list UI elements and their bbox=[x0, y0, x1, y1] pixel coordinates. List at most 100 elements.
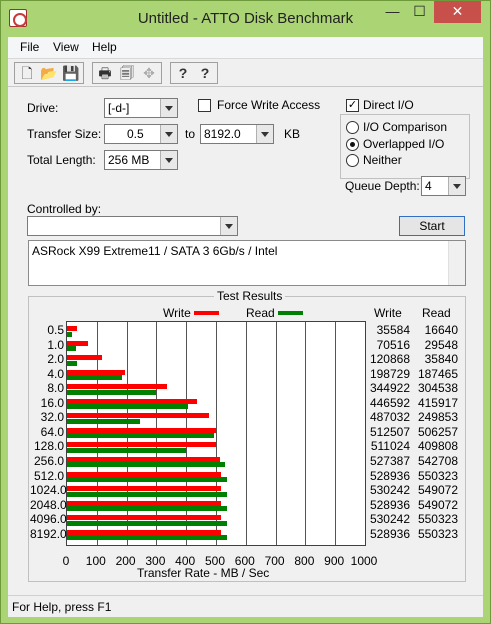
transfer-size-label: 1024.0 bbox=[30, 483, 67, 498]
io-comparison-radio[interactable] bbox=[346, 121, 359, 134]
chevron-down-icon[interactable] bbox=[160, 99, 177, 117]
read-value: 29548 bbox=[424, 337, 458, 352]
transfer-size-label: 4.0 bbox=[47, 366, 64, 381]
read-bar bbox=[67, 418, 140, 424]
read-bar bbox=[67, 375, 122, 381]
read-bar bbox=[67, 462, 225, 468]
write-value: 528936 bbox=[369, 468, 410, 483]
move-icon[interactable]: ✥ bbox=[138, 63, 160, 83]
chevron-down-icon[interactable] bbox=[256, 125, 273, 143]
close-button[interactable]: ✕ bbox=[434, 1, 481, 23]
controlled-by-label: Controlled by: bbox=[27, 202, 102, 216]
read-bar bbox=[67, 491, 227, 497]
save-disk-icon[interactable]: 💾 bbox=[60, 63, 82, 83]
read-bar bbox=[67, 520, 228, 526]
neither-radio[interactable] bbox=[346, 154, 359, 167]
minimize-button[interactable]: — bbox=[379, 1, 406, 23]
test-results-title: Test Results bbox=[214, 289, 286, 303]
write-bar bbox=[67, 500, 221, 506]
force-write-checkbox[interactable] bbox=[198, 99, 211, 112]
transfer-size-label: 32.0 bbox=[40, 410, 64, 425]
menu-file[interactable]: File bbox=[20, 40, 39, 54]
read-value: 304538 bbox=[417, 381, 458, 396]
drive-select[interactable]: [-d-] bbox=[104, 98, 178, 118]
queue-depth-select[interactable]: 4 bbox=[421, 176, 466, 196]
write-bar bbox=[67, 384, 168, 390]
x-axis-label: Transfer Rate - MB / Sec bbox=[137, 566, 270, 580]
read-bar bbox=[67, 331, 72, 337]
write-bar bbox=[67, 340, 88, 346]
print-icon[interactable]: 🖶 bbox=[94, 63, 116, 83]
help-tool-group: ? ? bbox=[170, 62, 218, 84]
read-value: 550323 bbox=[417, 512, 458, 527]
write-value: 70516 bbox=[376, 337, 410, 352]
transfer-size-label: 64.0 bbox=[40, 424, 64, 439]
toolbar: 🗋 📂 💾 🖶 🗐 ✥ ? ? bbox=[8, 59, 483, 87]
total-length-select[interactable]: 256 MB bbox=[104, 150, 178, 170]
direct-io-checkbox[interactable]: ✓ bbox=[346, 99, 359, 112]
title-bar[interactable]: Untitled - ATTO Disk Benchmark — ☐ ✕ bbox=[1, 1, 490, 37]
overlapped-io-radio[interactable] bbox=[346, 138, 359, 151]
write-bar bbox=[67, 326, 78, 331]
to-label: to bbox=[185, 127, 196, 141]
read-bar bbox=[67, 506, 227, 512]
grid-line bbox=[335, 322, 337, 545]
help-icon[interactable]: ? bbox=[172, 63, 194, 83]
controlled-by-select[interactable] bbox=[27, 216, 238, 236]
write-bar bbox=[67, 369, 125, 375]
x-tick-label: 800 bbox=[294, 554, 315, 568]
chevron-down-icon[interactable] bbox=[448, 177, 465, 195]
start-button[interactable]: Start bbox=[399, 216, 465, 236]
write-bar bbox=[67, 471, 221, 477]
print-tool-group: 🖶 🗐 ✥ bbox=[92, 62, 162, 84]
read-bar bbox=[67, 346, 76, 352]
read-value: 549072 bbox=[417, 483, 458, 498]
write-bar bbox=[67, 486, 222, 492]
transfer-size-label: 2048.0 bbox=[30, 497, 67, 512]
read-bar bbox=[67, 433, 215, 439]
description-scrollbar[interactable] bbox=[448, 241, 465, 285]
menu-bar: File View Help bbox=[8, 37, 483, 59]
read-value: 187465 bbox=[417, 366, 458, 381]
chevron-down-icon[interactable] bbox=[160, 151, 177, 169]
x-tick-label: 0 bbox=[62, 554, 70, 568]
status-text: For Help, press F1 bbox=[12, 600, 112, 614]
grid-line bbox=[305, 322, 307, 545]
read-value: 550323 bbox=[417, 468, 458, 483]
write-value: 120868 bbox=[369, 352, 410, 367]
app-window: Untitled - ATTO Disk Benchmark — ☐ ✕ Fil… bbox=[0, 0, 491, 624]
kb-label: KB bbox=[284, 127, 301, 141]
open-folder-icon[interactable]: 📂 bbox=[38, 63, 60, 83]
print-preview-icon[interactable]: 🗐 bbox=[116, 63, 138, 83]
grid-line bbox=[216, 322, 217, 545]
write-column-header: Write bbox=[374, 306, 402, 320]
maximize-button[interactable]: ☐ bbox=[406, 1, 433, 23]
transfer-size-label: 8192.0 bbox=[30, 526, 67, 541]
read-value: 550323 bbox=[417, 526, 458, 541]
transfer-size-label: 2.0 bbox=[47, 352, 64, 367]
force-write-label: Force Write Access bbox=[217, 98, 321, 112]
menu-help[interactable]: Help bbox=[92, 40, 117, 54]
read-legend-label: Read bbox=[246, 306, 275, 320]
write-value: 527387 bbox=[369, 453, 410, 468]
write-value: 446592 bbox=[369, 395, 410, 410]
read-column-header: Read bbox=[422, 306, 451, 320]
x-tick-label: 100 bbox=[85, 554, 106, 568]
read-bar bbox=[67, 404, 189, 410]
description-textarea[interactable]: ASRock X99 Extreme11 / SATA 3 6Gb/s / In… bbox=[28, 240, 466, 286]
transfer-size-to-select[interactable]: 8192.0 bbox=[200, 124, 274, 144]
transfer-size-label: Transfer Size: bbox=[27, 127, 102, 141]
whats-this-help-icon[interactable]: ? bbox=[194, 63, 216, 83]
write-legend-swatch bbox=[194, 311, 219, 315]
write-value: 487032 bbox=[369, 410, 410, 425]
menu-view[interactable]: View bbox=[53, 40, 79, 54]
transfer-size-label: 128.0 bbox=[33, 439, 64, 454]
transfer-size-from-select[interactable]: 0.5 bbox=[104, 124, 178, 144]
new-file-icon[interactable]: 🗋 bbox=[16, 63, 38, 83]
chevron-down-icon[interactable] bbox=[220, 217, 237, 235]
status-bar: For Help, press F1 bbox=[8, 595, 483, 617]
total-length-label: Total Length: bbox=[27, 153, 96, 167]
transfer-size-label: 256.0 bbox=[33, 453, 64, 468]
file-tool-group: 🗋 📂 💾 bbox=[14, 62, 84, 84]
chevron-down-icon[interactable] bbox=[160, 125, 177, 143]
